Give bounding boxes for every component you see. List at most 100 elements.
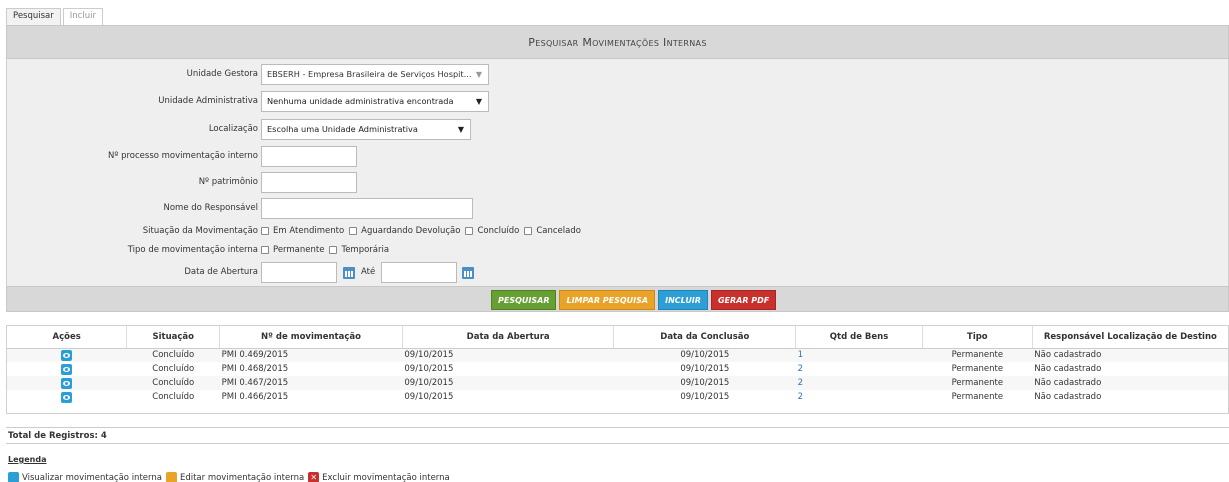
total-records: Total de Registros: 4 [6,427,1229,444]
responsavel-input[interactable] [261,198,473,219]
table-row: Concluído PMI 0.468/2015 09/10/2015 09/1… [7,362,1228,376]
cell-tipo: Permanente [951,364,1004,374]
limpar-pesquisa-button[interactable]: Limpar Pesquisa [559,290,656,310]
situacao-label: Situação da Movimentação [142,226,258,236]
cell-numero: PMI 0.466/2015 [221,392,289,402]
cell-data-abertura: 09/10/2015 [404,350,454,361]
cell-situacao: Concluído [152,378,195,388]
unidade-administrativa-value: Nenhuma unidade administrativa encontrad… [267,96,454,106]
view-icon [8,472,19,482]
cell-qtd-bens[interactable]: 2 [796,376,923,390]
legend-view-text: Visualizar movimentação interna [22,472,162,482]
edit-icon [165,472,177,482]
situacao-checkboxes: Em Atendimento Aguardando Devolução Conc… [261,226,586,236]
cell-data-conclusao: 09/10/2015 [680,392,730,402]
pesquisar-button[interactable]: Pesquisar [491,290,557,310]
tipo-checkboxes: Permanente Temporária [261,245,394,255]
situacao-concluido[interactable]: Concluído [465,226,519,236]
checkbox[interactable] [524,227,533,235]
cell-numero: PMI 0.469/2015 [221,350,289,361]
tab-incluir[interactable]: Incluir [62,8,103,25]
data-abertura-label: Data de Abertura [184,267,258,277]
cell-data-conclusao: 09/10/2015 [680,364,730,374]
checkbox[interactable] [329,246,338,254]
situacao-aguardando-devolucao[interactable]: Aguardando Devolução [349,226,460,236]
unidade-gestora-label: Unidade Gestora [186,69,258,79]
unidade-gestora-select[interactable]: EBSERH - Empresa Brasileira de Serviços … [261,64,489,85]
processo-label: Nº processo movimentação interno [108,151,258,161]
view-icon[interactable] [61,363,73,375]
calendar-icon[interactable] [343,267,355,279]
chevron-down-icon: ▼ [475,97,482,106]
view-icon[interactable] [61,391,73,403]
delete-icon: ✕ [308,472,320,482]
cell-qtd-bens[interactable]: 2 [796,390,923,404]
view-icon[interactable] [61,377,73,389]
col-qtd-bens[interactable]: Qtd de Bens [795,326,923,349]
responsavel-label: Nome do Responsável [163,203,259,213]
col-tipo[interactable]: Tipo [922,326,1033,349]
cell-tipo: Permanente [951,350,1004,361]
data-abertura-to-input[interactable] [381,262,457,283]
action-bar: Pesquisar Limpar Pesquisa Incluir Gerar … [6,286,1229,312]
cell-numero: PMI 0.468/2015 [221,364,289,374]
localizacao-label: Localização [208,124,258,134]
results-table: Ações Situação Nº de movimentação Data d… [6,325,1229,414]
page-title-text: Pesquisar Movimentações Internas [528,36,707,49]
cell-responsavel: Não cadastrado [1034,392,1102,402]
processo-input[interactable] [261,146,357,167]
calendar-icon[interactable] [462,267,474,279]
table-row: Concluído PMI 0.469/2015 09/10/2015 09/1… [7,348,1228,362]
legend: Visualizar movimentação interna Editar m… [8,472,450,482]
cell-data-conclusao: 09/10/2015 [680,378,730,388]
cell-data-abertura: 09/10/2015 [404,378,454,388]
localizacao-value: Escolha uma Unidade Administrativa [267,124,418,134]
patrimonio-input[interactable] [261,172,357,193]
patrimonio-label: Nº patrimônio [198,177,258,187]
col-situacao[interactable]: Situação [126,326,221,349]
table-row: Concluído PMI 0.466/2015 09/10/2015 09/1… [7,390,1228,404]
incluir-button[interactable]: Incluir [658,290,708,310]
checkbox[interactable] [349,227,358,235]
cell-data-conclusao: 09/10/2015 [680,350,730,361]
cell-situacao: Concluído [152,350,195,361]
cell-numero: PMI 0.467/2015 [221,378,289,388]
checkbox[interactable] [465,227,474,235]
unidade-administrativa-select[interactable]: Nenhuma unidade administrativa encontrad… [261,91,489,112]
unidade-gestora-value: EBSERH - Empresa Brasileira de Serviços … [267,69,472,79]
tipo-temporaria[interactable]: Temporária [329,245,389,255]
cell-responsavel: Não cadastrado [1034,378,1102,388]
data-abertura-from-input[interactable] [261,262,337,283]
legend-title: Legenda [8,455,47,464]
situacao-cancelado[interactable]: Cancelado [524,226,581,236]
checkbox[interactable] [261,227,269,235]
tipo-label: Tipo de movimentação interna [127,245,258,255]
unidade-administrativa-label: Unidade Administrativa [158,96,258,106]
cell-responsavel: Não cadastrado [1034,350,1102,361]
cell-tipo: Permanente [951,392,1004,402]
table-header-row: Ações Situação Nº de movimentação Data d… [7,326,1228,349]
view-icon[interactable] [61,349,73,361]
tipo-permanente[interactable]: Permanente [261,245,324,255]
col-numero[interactable]: Nº de movimentação [219,326,403,349]
cell-data-abertura: 09/10/2015 [404,364,454,374]
chevron-down-icon: ▼ [457,125,464,134]
col-data-conclusao[interactable]: Data da Conclusão [613,326,797,349]
legend-delete-text: Excluir movimentação interna [322,472,450,482]
cell-situacao: Concluído [152,364,195,374]
situacao-em-atendimento[interactable]: Em Atendimento [261,226,344,236]
cell-qtd-bens[interactable]: 1 [796,348,923,362]
col-data-abertura[interactable]: Data da Abertura [402,326,615,349]
page-title: Pesquisar Movimentações Internas [6,25,1229,59]
localizacao-select[interactable]: Escolha uma Unidade Administrativa ▼ [261,119,471,140]
cell-data-abertura: 09/10/2015 [404,392,454,402]
col-responsavel[interactable]: Responsável Localização de Destino [1032,326,1228,349]
table-row: Concluído PMI 0.467/2015 09/10/2015 09/1… [7,376,1228,390]
gerar-pdf-button[interactable]: Gerar PDF [710,290,777,310]
checkbox[interactable] [261,246,269,254]
cell-qtd-bens[interactable]: 2 [796,362,923,376]
cell-responsavel: Não cadastrado [1034,364,1102,374]
tab-pesquisar[interactable]: Pesquisar [6,8,61,25]
col-acoes: Ações [7,326,128,349]
cell-situacao: Concluído [152,392,195,402]
